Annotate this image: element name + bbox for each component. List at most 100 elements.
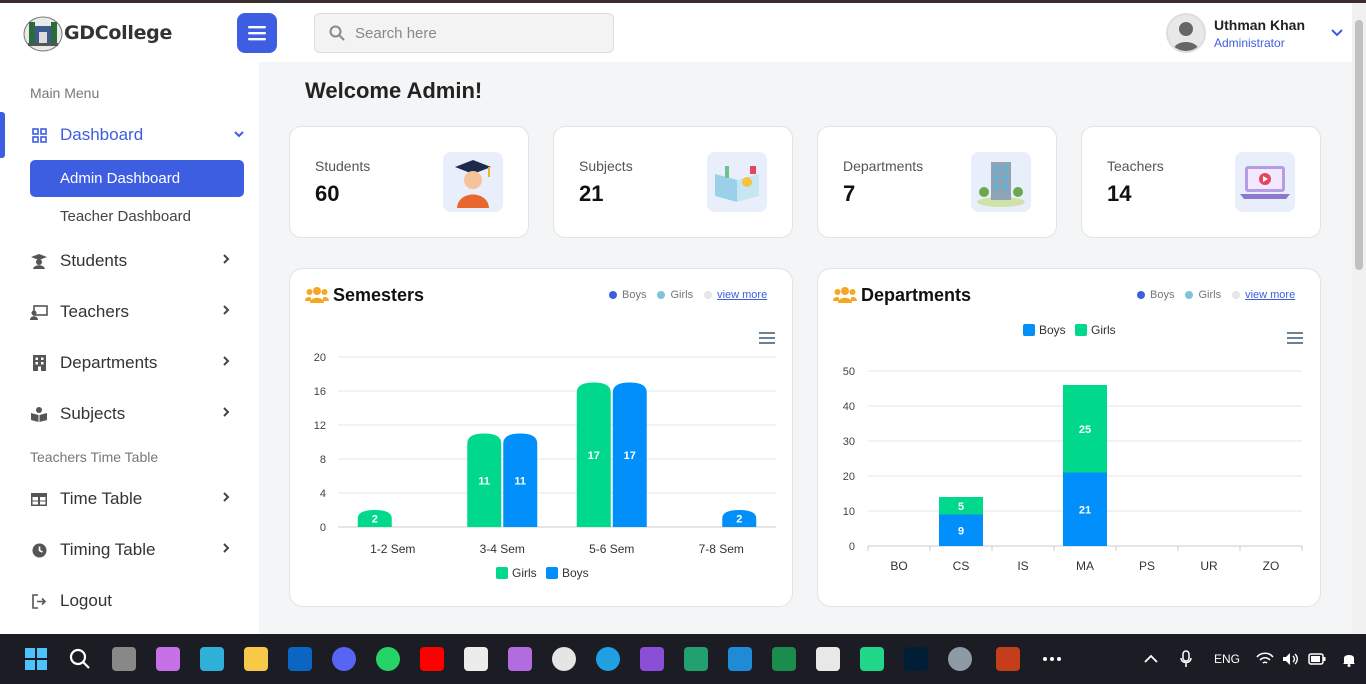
menu-toggle-button[interactable]: [237, 13, 277, 53]
x-tick-label: CS: [953, 559, 970, 573]
data-label: 2: [736, 514, 742, 526]
scrollbar-thumb[interactable]: [1355, 20, 1363, 270]
microphone-icon[interactable]: [1180, 650, 1192, 668]
edge-icon[interactable]: [596, 647, 620, 671]
language-indicator[interactable]: ENG: [1214, 652, 1240, 666]
sidebar-section-main: Main Menu: [30, 85, 100, 101]
legend-swatch: [496, 567, 508, 579]
user-menu[interactable]: Uthman Khan Administrator: [1166, 13, 1343, 53]
vscode-icon[interactable]: [728, 647, 752, 671]
stat-card-subjects[interactable]: Subjects 21: [553, 126, 793, 238]
powerpoint-icon[interactable]: [996, 647, 1020, 671]
task-view-icon[interactable]: [112, 647, 136, 671]
battery-icon[interactable]: [1308, 653, 1326, 665]
users-icon: [833, 286, 857, 309]
data-label: 21: [1079, 504, 1091, 516]
chevron-right-icon: [223, 305, 230, 315]
semesters-bar-chart: 0 4 8 12 16 20 1-2 Sem 2 3-4 Sem 11 11 5-6 Sem 17 17 7…: [314, 352, 776, 580]
page-scrollbar[interactable]: [1352, 3, 1366, 634]
system-tray: ENG: [1144, 634, 1356, 684]
building-icon: [30, 354, 48, 372]
app-icon[interactable]: [816, 647, 840, 671]
panel-legend: Boys Girls view more: [1137, 289, 1306, 301]
notification-bell-icon[interactable]: [1342, 651, 1356, 667]
view-more-link[interactable]: view more: [717, 289, 767, 301]
discord-icon[interactable]: [332, 647, 356, 671]
microsoft-store-icon[interactable]: [464, 647, 488, 671]
more-apps-icon[interactable]: [1040, 647, 1064, 671]
pycharm-icon[interactable]: [860, 647, 884, 671]
settings-icon[interactable]: [948, 647, 972, 671]
sidebar-item-students[interactable]: Students: [30, 243, 244, 279]
data-label: 2: [372, 514, 378, 526]
whatsapp-icon[interactable]: [376, 647, 400, 671]
chevron-up-icon[interactable]: [1144, 654, 1158, 664]
x-tick-label: 5-6 Sem: [589, 542, 634, 556]
sidebar-subitem-admin-dashboard[interactable]: Admin Dashboard: [30, 160, 244, 197]
stat-value: 60: [315, 181, 340, 206]
data-label: 5: [958, 501, 964, 513]
hamburger-icon: [248, 26, 266, 41]
sidebar-item-label: Teachers: [60, 302, 129, 321]
sidebar-subitem-teacher-dashboard[interactable]: Teacher Dashboard: [30, 198, 244, 235]
legend-boys: Boys: [1150, 289, 1175, 301]
file-explorer-icon[interactable]: [244, 647, 268, 671]
linkedin-icon[interactable]: [288, 647, 312, 671]
x-tick-label: BO: [890, 559, 907, 573]
clock-icon: [30, 541, 48, 559]
volume-icon[interactable]: [1282, 652, 1300, 666]
book-reader-icon: [30, 405, 48, 423]
chrome-icon[interactable]: [552, 647, 576, 671]
view-more-dot: [704, 291, 713, 299]
y-tick-label: 8: [320, 454, 326, 466]
table-icon: [30, 490, 48, 508]
y-tick-label: 0: [320, 522, 326, 534]
stat-card-departments[interactable]: Departments 7: [817, 126, 1057, 238]
top-header: GDCollege Search here Uthman Khan Admini…: [0, 3, 1352, 62]
view-more-link[interactable]: view more: [1245, 289, 1295, 301]
chart-title: Departments: [861, 285, 972, 305]
x-tick-label: MA: [1076, 559, 1094, 573]
windows-taskbar: ENG: [0, 634, 1366, 684]
sidebar-item-teachers[interactable]: Teachers: [30, 294, 244, 330]
photoshop-icon[interactable]: [904, 647, 928, 671]
sidebar-item-timing-table[interactable]: Timing Table: [30, 532, 244, 568]
app-icon[interactable]: [200, 647, 224, 671]
youtube-icon[interactable]: [420, 647, 444, 671]
y-tick-label: 30: [843, 436, 855, 448]
x-tick-label: 1-2 Sem: [370, 542, 415, 556]
graduate-icon: [30, 252, 48, 270]
stat-card-students[interactable]: Students 60: [289, 126, 529, 238]
legend-swatch: [1023, 324, 1035, 336]
app-icon[interactable]: [772, 647, 796, 671]
app-pre-icon[interactable]: [508, 647, 532, 671]
windows-start-icon[interactable]: [24, 647, 48, 671]
stat-card-teachers[interactable]: Teachers 14: [1081, 126, 1321, 238]
logout-icon: [30, 592, 48, 610]
sidebar-item-logout[interactable]: Logout: [30, 583, 244, 619]
x-tick-label: IS: [1017, 559, 1028, 573]
chevron-right-icon: [223, 407, 230, 417]
visual-studio-icon[interactable]: [640, 647, 664, 671]
legend-girls: Girls: [1198, 289, 1222, 301]
boys-dot: [1137, 291, 1145, 299]
sidebar-item-label: Logout: [60, 591, 112, 610]
sidebar-item-dashboard[interactable]: Dashboard: [30, 117, 244, 153]
sidebar-item-label: Subjects: [60, 404, 126, 423]
logo[interactable]: GDCollege: [22, 14, 172, 52]
search-icon: [329, 25, 345, 41]
departments-panel: Departments Boys Girls view more Boys Gir…: [817, 268, 1321, 607]
grid-icon: [30, 126, 48, 144]
sidebar-item-time-table[interactable]: Time Table: [30, 481, 244, 517]
copilot-icon[interactable]: [156, 647, 180, 671]
wifi-icon[interactable]: [1256, 652, 1274, 666]
search-icon[interactable]: [68, 647, 92, 671]
user-name: Uthman Khan: [1214, 16, 1305, 33]
sidebar-item-subjects[interactable]: Subjects: [30, 396, 244, 432]
vscode-insiders-icon[interactable]: [684, 647, 708, 671]
sidebar-item-label: Departments: [60, 353, 158, 372]
sidebar-item-departments[interactable]: Departments: [30, 345, 244, 381]
search-input[interactable]: Search here: [314, 13, 614, 53]
sidebar-item-label: Time Table: [60, 489, 143, 508]
chevron-down-icon[interactable]: [1331, 29, 1343, 37]
